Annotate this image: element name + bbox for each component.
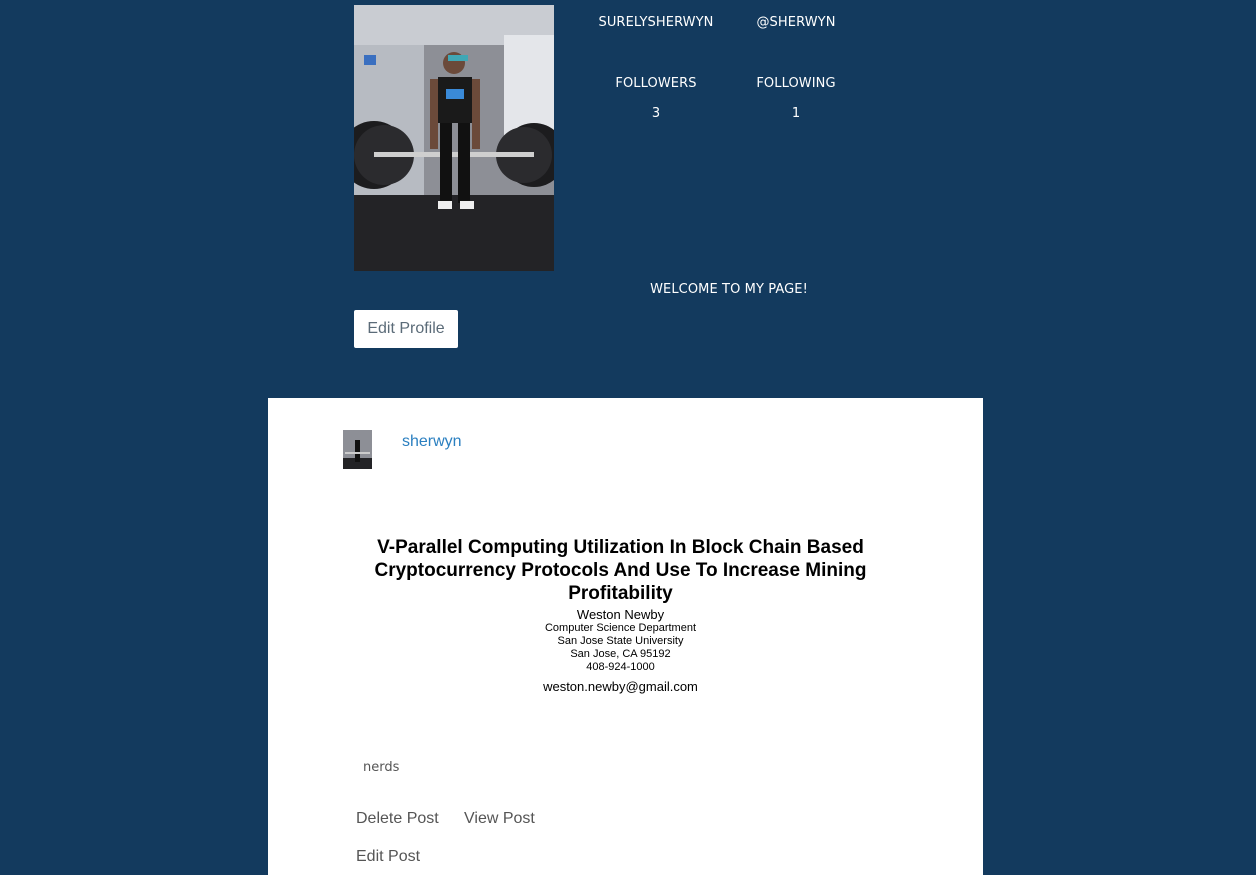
paper-affiliation-line: Computer Science Department [544, 622, 696, 634]
delete-post-button[interactable]: Delete Post [356, 810, 439, 828]
edit-profile-button[interactable]: Edit Profile [354, 310, 458, 348]
paper-email: weston.newby@gmail.com [543, 679, 698, 694]
paper-author: Weston Newby [576, 607, 665, 622]
author-avatar[interactable] [343, 430, 372, 469]
paper-title-line: Cryptocurrency Protocols And Use To Incr… [374, 560, 867, 581]
followers-label[interactable]: FOLLOWERS [600, 76, 712, 91]
post-author-link[interactable]: sherwyn [402, 433, 462, 451]
profile-username: SURELYSHERWYN [598, 15, 714, 30]
paper-title-line: Profitability [568, 583, 673, 604]
post-tag[interactable]: nerds [363, 760, 399, 775]
paper-title: V-Parallel Computing Utilization In Bloc… [353, 536, 888, 605]
paper-affiliation-line: San Jose State University [557, 635, 684, 647]
paper-affiliation-line: 408-924-1000 [586, 661, 655, 673]
following-count[interactable]: 1 [746, 106, 846, 121]
followers-count[interactable]: 3 [600, 106, 712, 121]
profile-bio: WELCOME TO MY PAGE! [650, 282, 808, 297]
paper-title-line: V-Parallel Computing Utilization In Bloc… [377, 537, 864, 558]
edit-post-button[interactable]: Edit Post [356, 848, 420, 866]
following-label[interactable]: FOLLOWING [746, 76, 846, 91]
profile-handle: @SHERWYN [756, 15, 836, 30]
paper-affiliation-line: San Jose, CA 95192 [570, 648, 671, 660]
profile-photo [354, 5, 554, 271]
view-post-button[interactable]: View Post [464, 810, 535, 828]
post-card: sherwyn V-Parallel Computing Utilization… [268, 398, 983, 875]
post-image: V-Parallel Computing Utilization In Bloc… [353, 528, 888, 703]
